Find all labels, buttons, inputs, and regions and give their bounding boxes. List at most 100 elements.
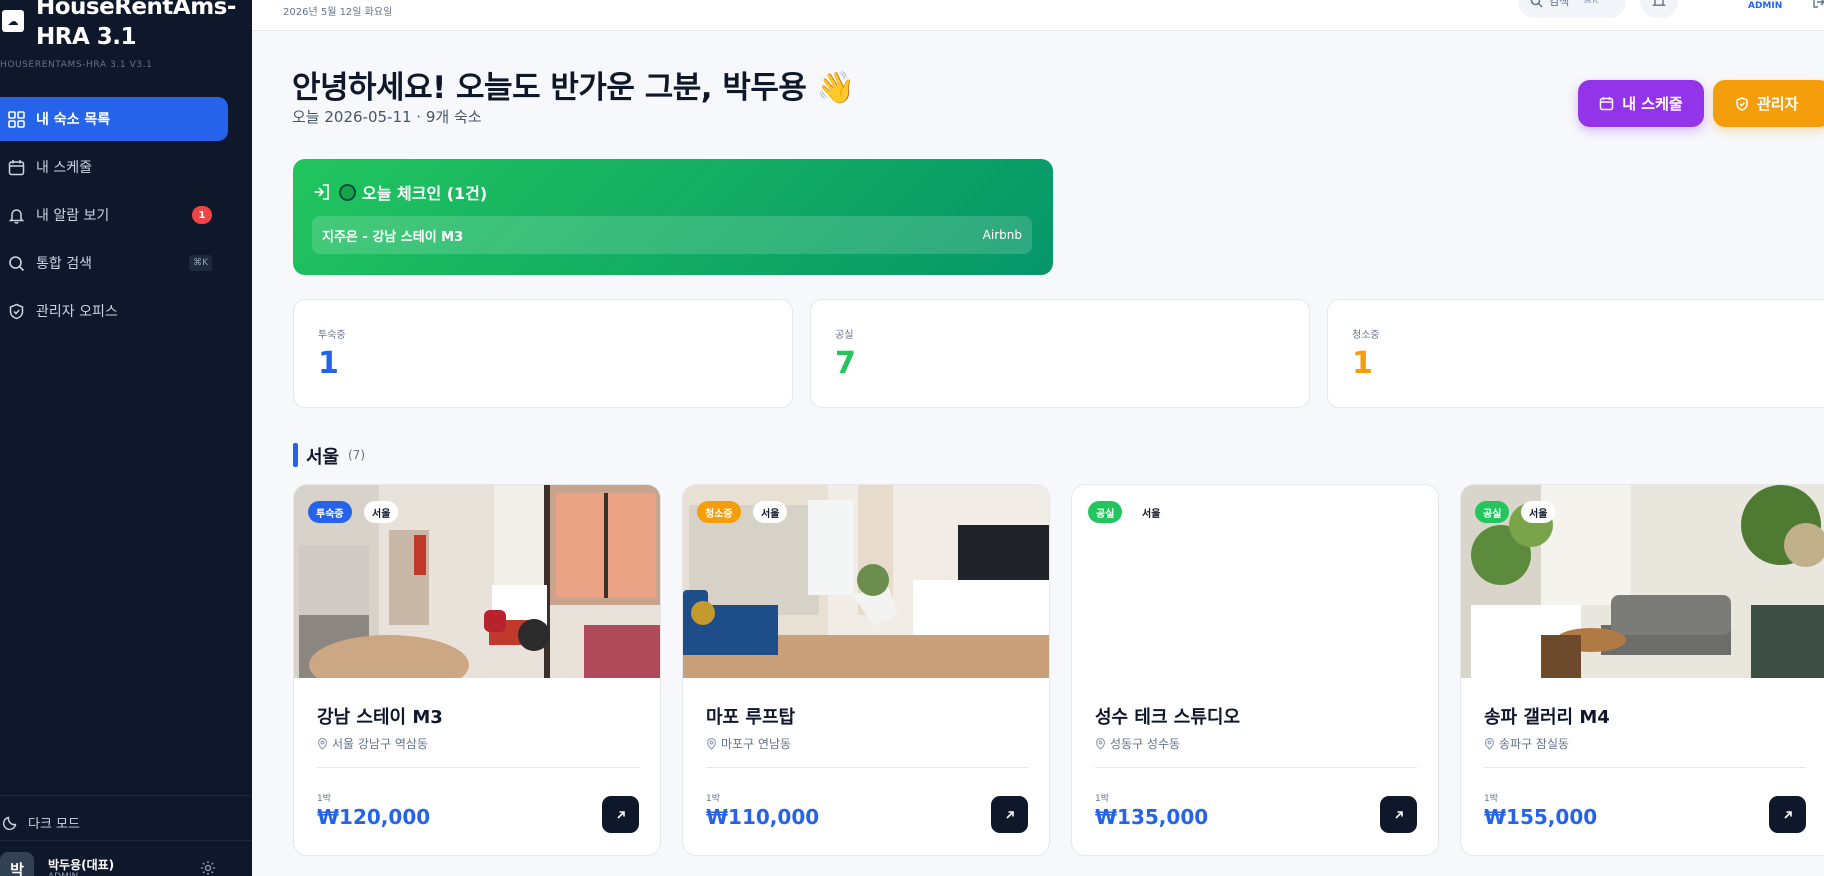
property-address: 마포구 연남동 bbox=[706, 735, 791, 752]
avatar[interactable]: 박 bbox=[0, 852, 34, 876]
search-label: 검색 bbox=[1549, 0, 1570, 8]
calendar-icon bbox=[6, 157, 26, 177]
stat-label: 청소중 bbox=[1352, 330, 1380, 341]
status-badge: 공실 bbox=[1475, 501, 1510, 523]
brand-subtitle: HOUSERENTAMS-HRA 3.1 V3.1 bbox=[0, 60, 153, 70]
property-name: 성수 테크 스튜디오 bbox=[1095, 707, 1241, 728]
sidebar-item-label: 관리자 오피스 bbox=[36, 304, 118, 320]
status-badge: 청소중 bbox=[697, 501, 741, 523]
shield-icon bbox=[6, 301, 26, 321]
sidebar-item-my-listings[interactable]: 내 숙소 목록 bbox=[0, 97, 228, 141]
my-schedule-button[interactable]: 내 스케줄 bbox=[1578, 80, 1704, 127]
stat-label: 공실 bbox=[835, 330, 854, 341]
price-unit: 1박 bbox=[1484, 794, 1499, 804]
property-card[interactable]: 투숙중 서울 강남 스테이 M3 서울 강남구 역삼동 1박 ₩120,000 bbox=[293, 484, 661, 856]
map-pin-icon bbox=[1484, 737, 1495, 750]
arrow-up-right-icon bbox=[1782, 809, 1794, 821]
section-title: 서울 bbox=[306, 447, 340, 468]
gear-icon[interactable] bbox=[200, 860, 216, 876]
page-subtitle: 오늘 2026-05-11 · 9개 숙소 bbox=[292, 108, 482, 126]
grid-icon bbox=[6, 109, 26, 129]
address-text: 마포구 연남동 bbox=[721, 737, 792, 751]
shortcut-hint: ⌘K bbox=[189, 255, 212, 271]
price-unit: 1박 bbox=[706, 794, 721, 804]
login-icon bbox=[313, 183, 331, 201]
region-badge: 서울 bbox=[364, 501, 399, 523]
open-property-button[interactable] bbox=[1769, 796, 1806, 833]
sidebar-item-my-schedule[interactable]: 내 스케줄 bbox=[0, 145, 228, 189]
property-address: 서울 강남구 역삼동 bbox=[317, 735, 428, 752]
property-card[interactable]: 공실 서울 송파 갤러리 M4 송파구 잠실동 1박 ₩155,000 bbox=[1460, 484, 1824, 856]
divider bbox=[1484, 767, 1806, 768]
shortcut-hint: ⌘K bbox=[1583, 0, 1599, 6]
property-price: ₩155,000 bbox=[1484, 805, 1598, 829]
property-card[interactable]: 공실 서울 성수 테크 스튜디오 성동구 성수동 1박 ₩135,000 bbox=[1071, 484, 1439, 856]
checkin-item[interactable]: 지주은 - 강남 스테이 M3 Airbnb bbox=[312, 216, 1032, 254]
property-photo-placeholder bbox=[1072, 485, 1438, 678]
address-text: 서울 강남구 역삼동 bbox=[332, 737, 428, 751]
price-unit: 1박 bbox=[1095, 794, 1110, 804]
map-pin-icon bbox=[706, 737, 717, 750]
property-name: 송파 갤러리 M4 bbox=[1484, 707, 1610, 728]
logout-icon[interactable] bbox=[1812, 0, 1824, 8]
notifications-button[interactable] bbox=[1640, 0, 1678, 18]
map-pin-icon bbox=[317, 737, 328, 750]
property-address: 성동구 성수동 bbox=[1095, 735, 1180, 752]
stat-value: 1 bbox=[1352, 346, 1373, 381]
property-card[interactable]: 청소중 서울 마포 루프탑 마포구 연남동 1박 ₩110,000 bbox=[682, 484, 1050, 856]
divider bbox=[0, 795, 252, 796]
stat-value: 1 bbox=[318, 346, 339, 381]
button-label: 관리자 bbox=[1757, 95, 1799, 113]
logo-icon: ☁ bbox=[2, 10, 24, 32]
open-property-button[interactable] bbox=[1380, 796, 1417, 833]
section-accent-bar bbox=[293, 443, 298, 467]
divider bbox=[0, 840, 252, 841]
bell-icon bbox=[1652, 0, 1666, 8]
sidebar: ☁ HouseRentAms-HRA 3.1 HOUSERENTAMS-HRA … bbox=[0, 0, 252, 876]
user-name: 박두용(대표) bbox=[48, 858, 115, 872]
stat-value: 7 bbox=[835, 346, 856, 381]
checkin-title: 오늘 체크인 (1건) bbox=[362, 184, 488, 203]
user-role: ADMIN bbox=[48, 872, 78, 876]
search-icon bbox=[1530, 0, 1543, 8]
sidebar-item-notifications[interactable]: 내 알람 보기 1 bbox=[0, 193, 228, 237]
dark-mode-toggle[interactable]: 다크 모드 bbox=[0, 812, 80, 832]
moon-icon bbox=[0, 812, 20, 832]
property-name: 마포 루프탑 bbox=[706, 707, 796, 728]
checkin-guest: 지주은 - 강남 스테이 M3 bbox=[322, 229, 464, 245]
status-badge: 투숙중 bbox=[308, 501, 352, 523]
status-dot-icon bbox=[339, 183, 356, 201]
arrow-up-right-icon bbox=[1004, 809, 1016, 821]
dark-mode-label: 다크 모드 bbox=[28, 816, 80, 832]
property-price: ₩135,000 bbox=[1095, 805, 1209, 829]
divider bbox=[1095, 767, 1417, 768]
map-pin-icon bbox=[1095, 737, 1106, 750]
region-badge: 서울 bbox=[1134, 501, 1169, 523]
open-property-button[interactable] bbox=[991, 796, 1028, 833]
address-text: 성동구 성수동 bbox=[1110, 737, 1181, 751]
property-price: ₩110,000 bbox=[706, 805, 820, 829]
search-button[interactable]: 검색 ⌘K bbox=[1518, 0, 1626, 18]
property-name: 강남 스테이 M3 bbox=[317, 707, 443, 728]
admin-button[interactable]: 관리자 bbox=[1713, 80, 1824, 127]
divider bbox=[317, 767, 639, 768]
region-badge: 서울 bbox=[753, 501, 788, 523]
sidebar-item-label: 내 알람 보기 bbox=[36, 208, 110, 224]
open-property-button[interactable] bbox=[602, 796, 639, 833]
bell-icon bbox=[6, 205, 26, 225]
property-photo bbox=[1461, 485, 1824, 678]
admin-role-link[interactable]: ADMIN bbox=[1748, 1, 1782, 11]
divider bbox=[706, 767, 1028, 768]
sidebar-item-admin-office[interactable]: 관리자 오피스 bbox=[0, 289, 228, 333]
arrow-up-right-icon bbox=[1393, 809, 1405, 821]
sidebar-item-search[interactable]: 통합 검색 ⌘K bbox=[0, 241, 228, 285]
sidebar-nav: 내 숙소 목록 내 스케줄 내 알람 보기 1 통합 검색 ⌘K 관리자 오피스 bbox=[0, 97, 228, 337]
calendar-icon bbox=[1599, 96, 1614, 111]
status-badge: 공실 bbox=[1088, 501, 1123, 523]
notification-badge: 1 bbox=[192, 206, 212, 224]
sidebar-item-label: 내 숙소 목록 bbox=[36, 112, 111, 128]
brand-title: HouseRentAms-HRA 3.1 bbox=[36, 0, 236, 50]
property-address: 송파구 잠실동 bbox=[1484, 735, 1569, 752]
checkin-channel: Airbnb bbox=[982, 228, 1022, 242]
shield-icon bbox=[1735, 96, 1749, 111]
